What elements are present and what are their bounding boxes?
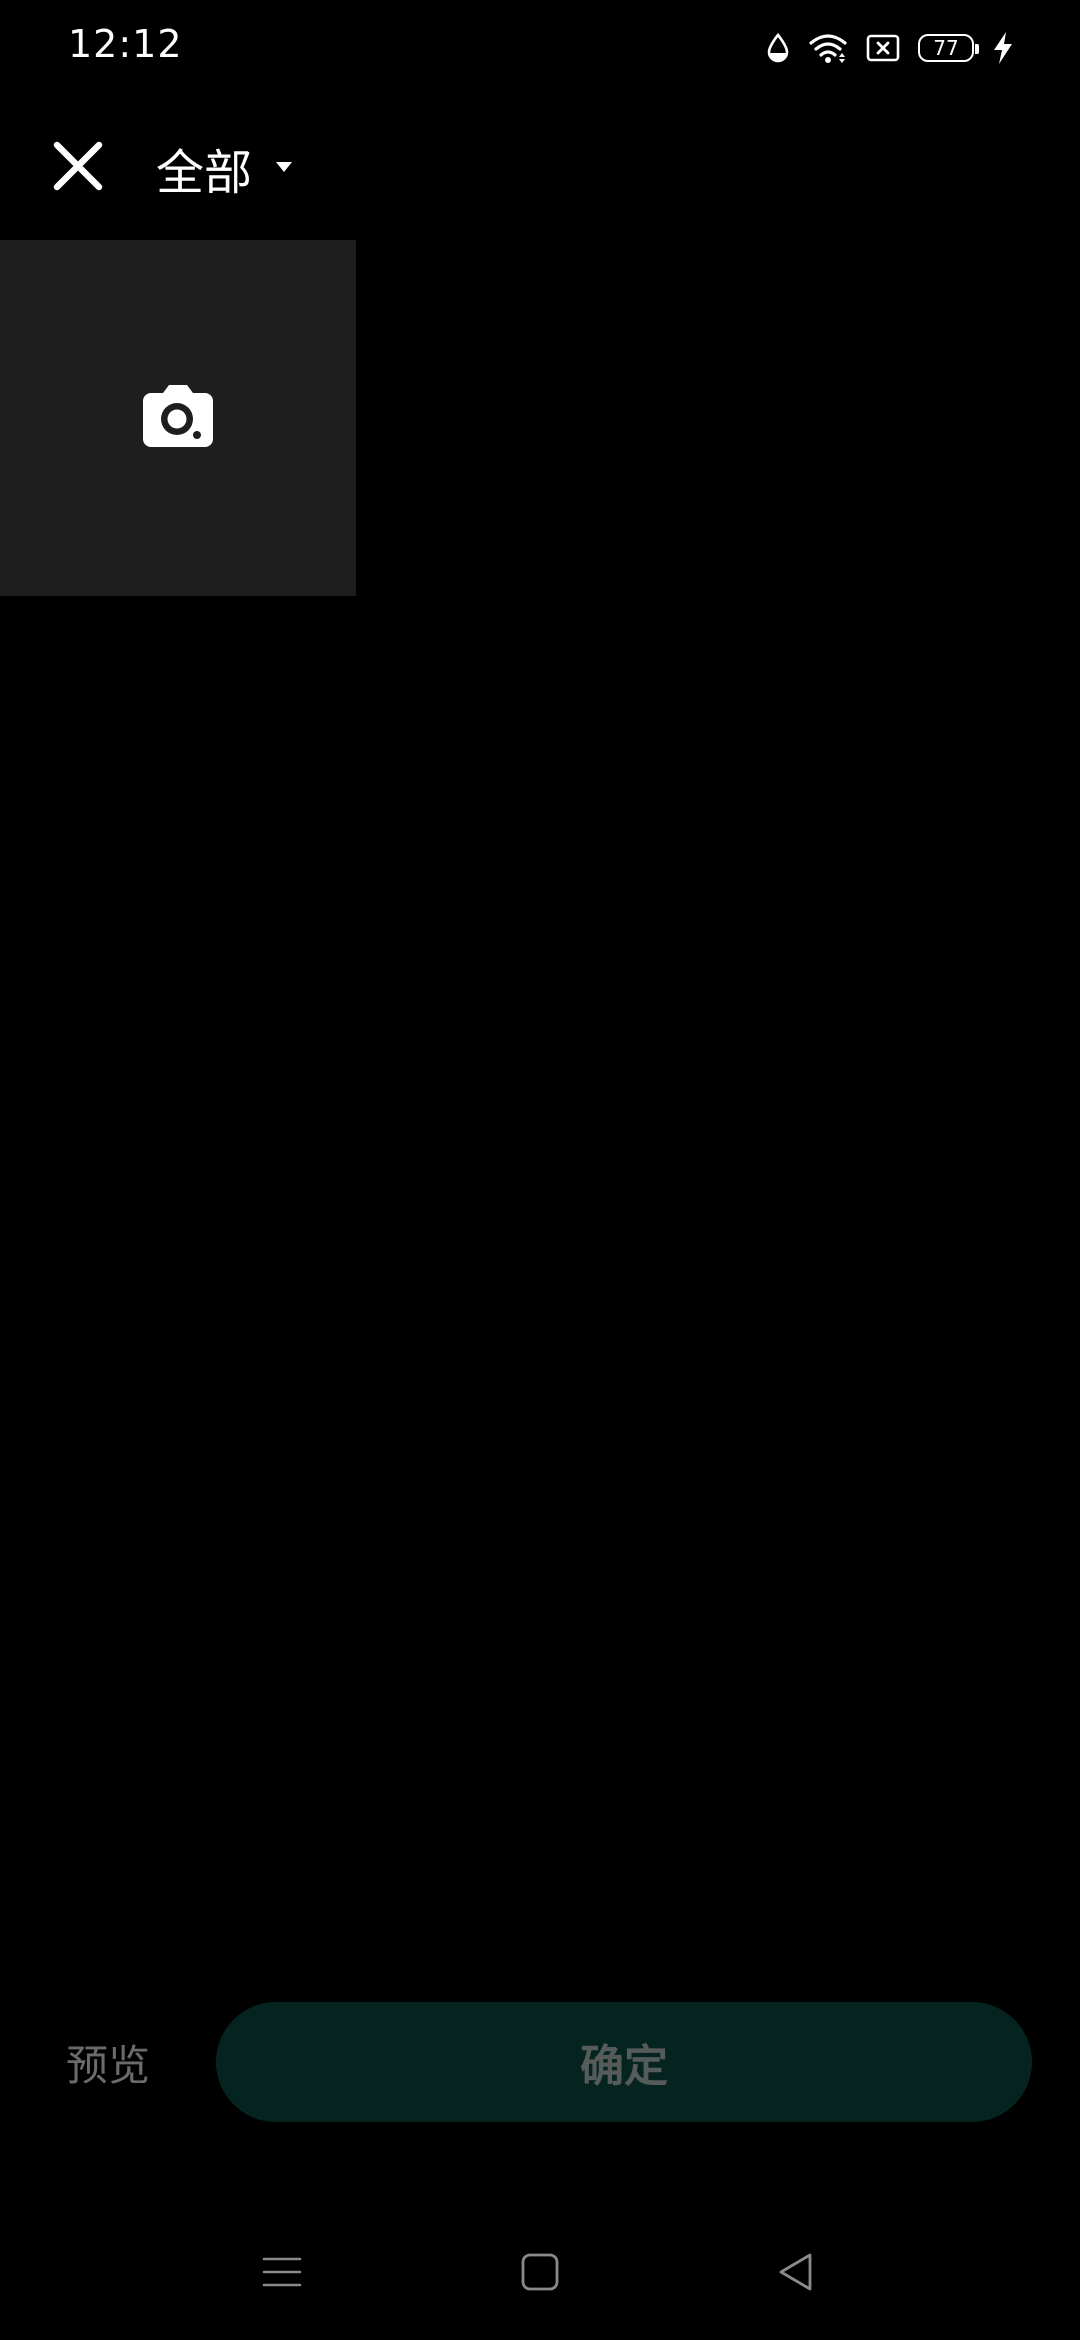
- nav-recents-button[interactable]: [258, 2250, 306, 2298]
- close-icon: [52, 140, 104, 196]
- caret-down-icon: [274, 159, 294, 178]
- status-bar: 12:12 77: [0, 0, 1080, 96]
- camera-capture-tile[interactable]: [0, 240, 356, 596]
- charging-bolt-icon: [992, 31, 1014, 65]
- media-grid: [0, 240, 1080, 596]
- battery-level: 77: [933, 36, 959, 60]
- battery-icon: 77: [918, 34, 979, 62]
- wifi-icon: [808, 31, 848, 65]
- nav-home-button[interactable]: [516, 2250, 564, 2298]
- top-app-bar: 全部: [0, 96, 1080, 240]
- album-selector[interactable]: 全部: [156, 132, 294, 204]
- confirm-button[interactable]: 确定: [216, 2002, 1032, 2122]
- sim-off-icon: [866, 33, 900, 63]
- bottom-action-bar: 预览 确定: [0, 2002, 1080, 2124]
- camera-icon: [141, 383, 215, 453]
- home-square-icon: [520, 2252, 560, 2296]
- preview-button[interactable]: 预览: [66, 2032, 150, 2093]
- status-time: 12:12: [68, 22, 183, 66]
- nav-back-button[interactable]: [772, 2250, 820, 2298]
- data-saver-drop-icon: [766, 32, 790, 64]
- status-icons: 77: [766, 26, 1014, 70]
- close-button[interactable]: [46, 136, 110, 200]
- menu-icon: [262, 2252, 302, 2296]
- album-title: 全部: [156, 145, 253, 201]
- back-triangle-icon: [776, 2252, 816, 2296]
- system-navigation-bar: [0, 2230, 1080, 2320]
